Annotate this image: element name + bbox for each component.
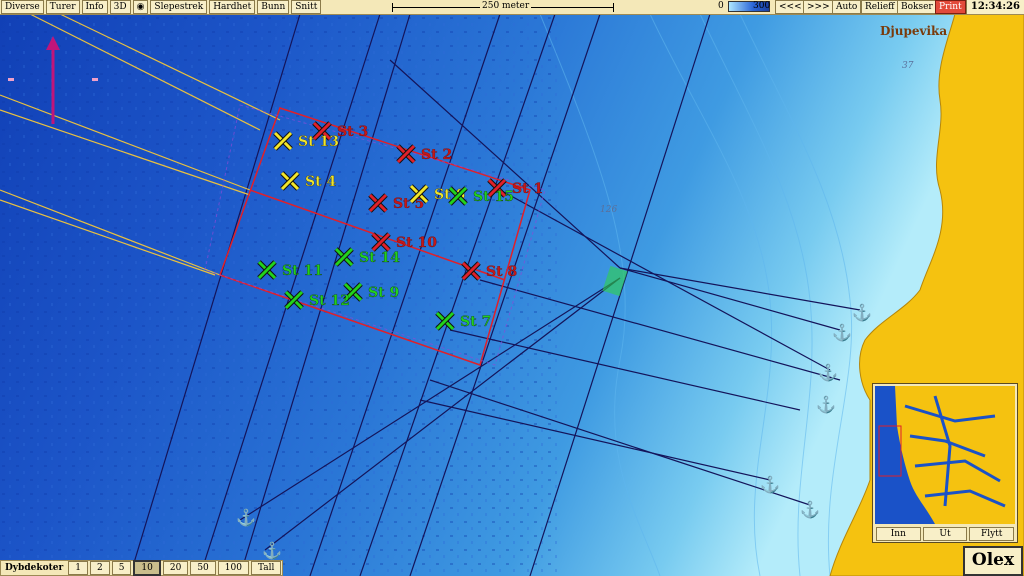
- contour-option[interactable]: 1: [68, 561, 88, 575]
- anchor-icon: ⚓: [262, 541, 282, 560]
- scale-label: 250 meter: [480, 1, 532, 11]
- pan-button[interactable]: Flytt: [969, 527, 1015, 541]
- station-label: St 15: [473, 189, 514, 205]
- station-label: St 13: [298, 134, 339, 150]
- depth-label: 126: [600, 205, 617, 215]
- station-label: St 11: [282, 263, 323, 279]
- anchor-icon: ⚓: [800, 500, 820, 519]
- menu-3d[interactable]: 3D: [109, 0, 131, 14]
- place-name: Djupevika: [880, 24, 948, 38]
- clock: 12:34:26: [965, 0, 1024, 14]
- menu-bunn[interactable]: Bunn: [257, 0, 290, 14]
- anchor-icon: ⚓: [236, 508, 256, 527]
- menu-snitt[interactable]: Snitt: [291, 0, 322, 14]
- station-label: St 5: [393, 196, 424, 212]
- overview-map[interactable]: Inn Ut Flytt: [872, 383, 1018, 543]
- contour-option[interactable]: 20: [162, 561, 189, 575]
- olex-logo: Olex: [963, 546, 1023, 576]
- menu-diverse[interactable]: Diverse: [1, 0, 44, 14]
- depth-contour-bar: Dybdekoter 1 2 5 10 20 50 100 Tall: [0, 560, 284, 576]
- depth-max: 300: [753, 1, 771, 11]
- print-button[interactable]: Print: [935, 0, 966, 14]
- anchor-icon: ⚓: [852, 303, 872, 322]
- station-label: St 3: [337, 124, 368, 140]
- anchor-icon: ⚓: [832, 323, 852, 342]
- station-label: St 2: [421, 147, 452, 163]
- station-label: St 14: [359, 250, 400, 266]
- anchor-icon: ⚓: [760, 475, 780, 494]
- overview-map-image: [875, 386, 1015, 524]
- relieff-button[interactable]: Relieff: [861, 0, 899, 14]
- menu-hardhet[interactable]: Hardhet: [209, 0, 256, 14]
- anchor-icon: ⚓: [818, 363, 838, 382]
- map-canvas[interactable]: ⚓ ⚓ ⚓ ⚓ ⚓ ⚓ ⚓ ⚓ 37 126 St 1 St 2 St 3 St 4 S…: [0, 0, 1024, 576]
- station-label: St 10: [396, 235, 437, 251]
- station-label: St 1: [512, 181, 543, 197]
- contour-option[interactable]: 5: [111, 561, 132, 575]
- anchor-icon: ⚓: [816, 395, 836, 414]
- zoom-out-button[interactable]: Ut: [922, 527, 968, 541]
- contour-option[interactable]: 50: [190, 561, 216, 575]
- contour-option-selected[interactable]: 10: [133, 560, 161, 576]
- menu-info[interactable]: Info: [81, 0, 108, 14]
- station-label: St 9: [368, 285, 399, 301]
- station-label: St 12: [309, 293, 350, 309]
- menu-slepestrek[interactable]: Slepestrek: [150, 0, 208, 14]
- auto-button[interactable]: Auto: [832, 0, 862, 14]
- station-label: St 7: [460, 314, 491, 330]
- station-label: St 8: [486, 264, 517, 280]
- depth-label: 37: [902, 61, 914, 71]
- toolbar: Diverse Turer Info 3D ◉ Slepestrek Hardh…: [0, 0, 1024, 15]
- station-label: St 4: [305, 174, 336, 190]
- depth-min: 0: [718, 1, 724, 11]
- nav-back-button[interactable]: <<<: [775, 0, 806, 14]
- record-toggle-icon[interactable]: ◉: [132, 0, 149, 14]
- depth-contour-label: Dybdekoter: [5, 563, 64, 573]
- contour-option[interactable]: 100: [217, 561, 249, 575]
- menu-turer[interactable]: Turer: [45, 0, 80, 14]
- nav-forward-button[interactable]: >>>: [803, 0, 834, 14]
- scale-bar: 250 meter: [392, 0, 614, 14]
- bokser-button[interactable]: Bokser: [897, 0, 937, 14]
- contour-option[interactable]: 2: [89, 561, 110, 575]
- contour-option[interactable]: Tall: [250, 561, 282, 575]
- zoom-in-button[interactable]: Inn: [876, 527, 921, 541]
